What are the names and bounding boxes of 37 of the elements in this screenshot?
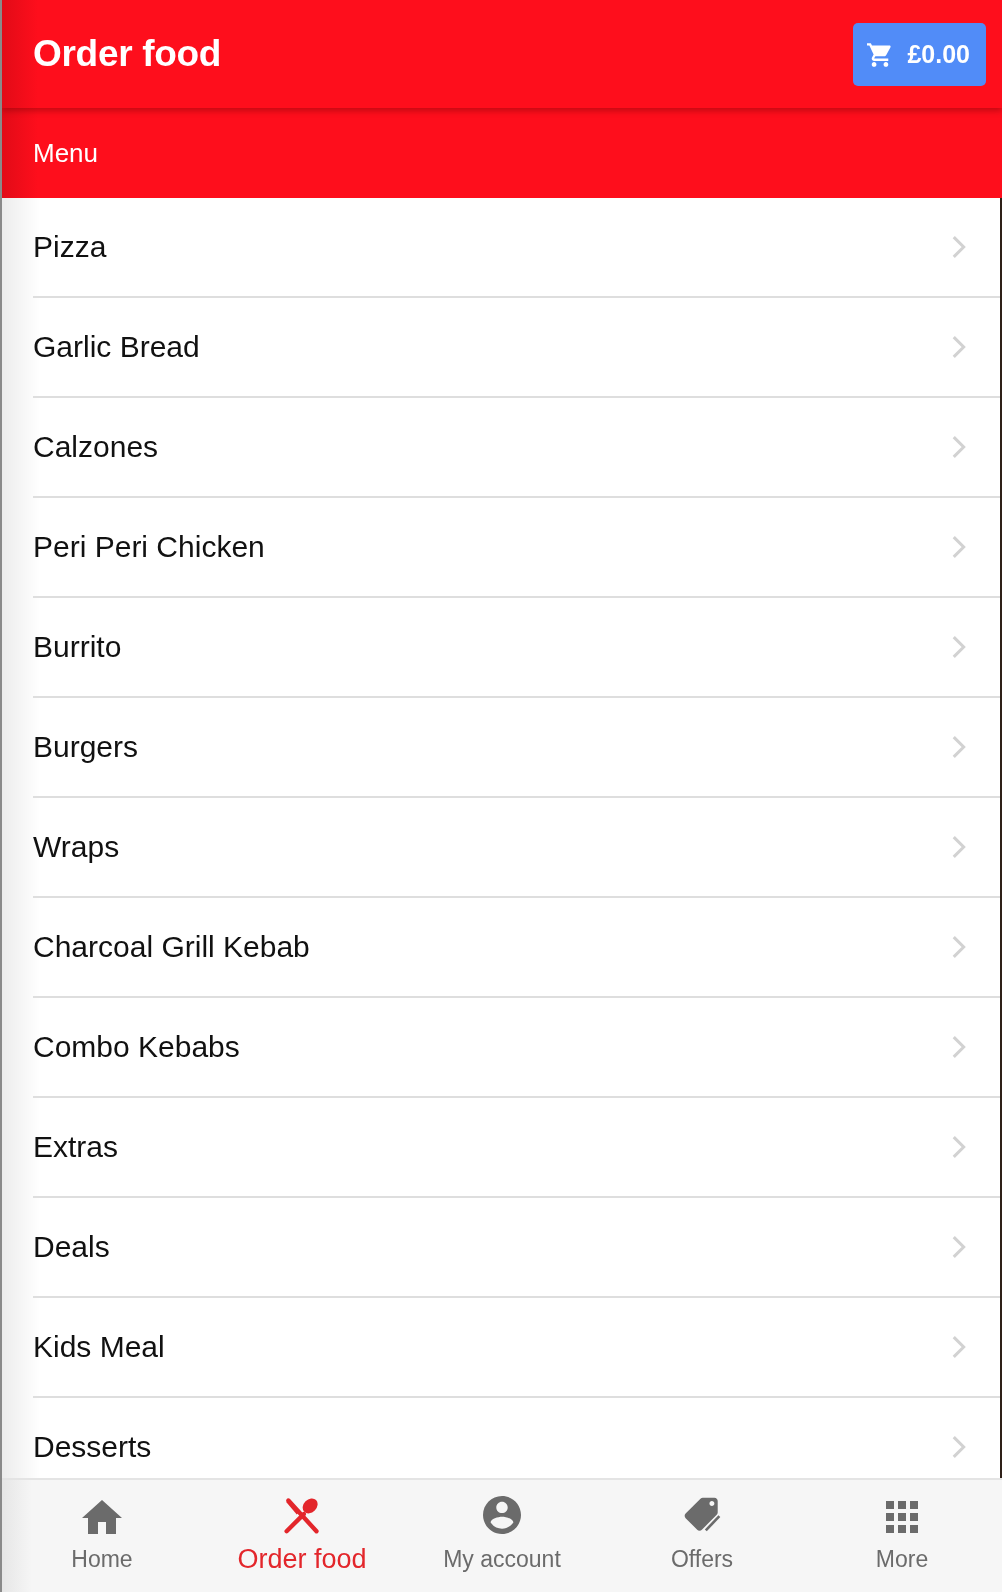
category-item[interactable]: Charcoal Grill Kebab bbox=[33, 898, 1000, 998]
nav-tab[interactable]: More bbox=[802, 1480, 1002, 1592]
category-item[interactable]: Pizza bbox=[33, 198, 1000, 298]
chevron-icon bbox=[952, 1035, 966, 1059]
chevron-icon bbox=[952, 535, 966, 559]
category-item[interactable]: Burgers bbox=[33, 698, 1000, 798]
chevron-icon bbox=[952, 1435, 966, 1459]
chevron-icon bbox=[952, 735, 966, 759]
chevron-icon bbox=[952, 635, 966, 659]
page-title: Order food bbox=[33, 33, 222, 75]
category-item[interactable]: Kids Meal bbox=[33, 1298, 1000, 1398]
chevron-icon bbox=[952, 435, 966, 459]
category-item[interactable]: Garlic Bread bbox=[33, 298, 1000, 398]
chevron-icon bbox=[952, 835, 966, 859]
category-item[interactable]: Extras bbox=[33, 1098, 1000, 1198]
tags-icon bbox=[683, 1496, 721, 1534]
nav-tab[interactable]: My account bbox=[402, 1480, 602, 1592]
category-item[interactable]: Burrito bbox=[33, 598, 1000, 698]
chevron-icon bbox=[952, 1235, 966, 1259]
cart-icon bbox=[867, 42, 894, 67]
chevron-icon bbox=[952, 1135, 966, 1159]
grid-icon bbox=[886, 1501, 918, 1533]
nav-tab[interactable]: Order food bbox=[202, 1480, 402, 1592]
nav-tab[interactable]: Offers bbox=[602, 1480, 802, 1592]
category-item[interactable]: Peri Peri Chicken bbox=[33, 498, 1000, 598]
category-item[interactable]: Calzones bbox=[33, 398, 1000, 498]
nav-tab[interactable]: Home bbox=[2, 1480, 202, 1592]
chevron-icon bbox=[952, 335, 966, 359]
category-item[interactable]: Wraps bbox=[33, 798, 1000, 898]
chevron-icon bbox=[952, 1335, 966, 1359]
chevron-icon bbox=[952, 935, 966, 959]
chevron-icon bbox=[952, 235, 966, 259]
cutlery-icon bbox=[283, 1496, 321, 1534]
section-heading: Menu bbox=[33, 137, 99, 169]
category-item[interactable]: Combo Kebabs bbox=[33, 998, 1000, 1098]
category-item[interactable]: Deals bbox=[33, 1198, 1000, 1298]
home-icon bbox=[82, 1500, 122, 1534]
